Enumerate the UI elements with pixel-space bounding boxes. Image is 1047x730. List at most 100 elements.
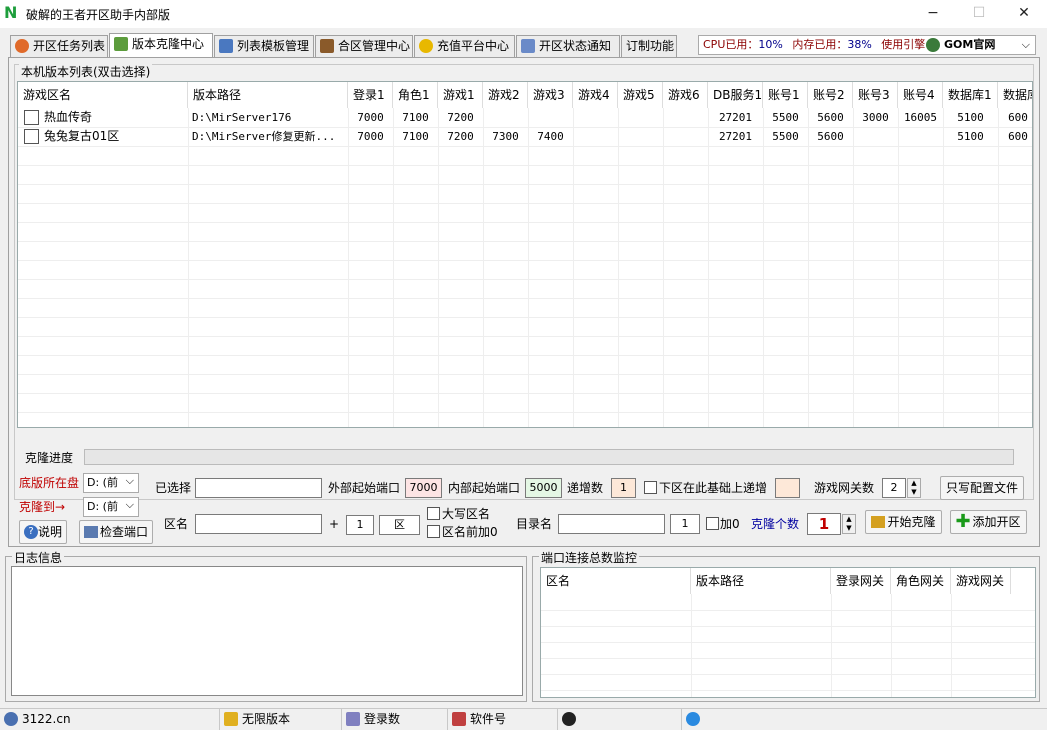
column-header[interactable]: 角色1 — [393, 82, 438, 108]
tab-custom[interactable]: 订制功能 — [621, 35, 677, 57]
increment-input[interactable]: 1 — [611, 478, 636, 498]
version-table[interactable]: 游戏区名 版本路径 登录1 角色1 游戏1 游戏2 游戏3 游戏4 游戏5 游戏6 DB服务1 账号1… — [17, 81, 1033, 428]
table-cell: 5500 — [772, 130, 799, 143]
column-divider — [483, 108, 484, 427]
list-icon — [219, 39, 233, 53]
next-zone-input[interactable] — [775, 478, 800, 498]
clone-to-select[interactable]: D: (前 — [83, 496, 139, 517]
row-divider — [541, 658, 1035, 659]
row-checkbox[interactable] — [24, 110, 39, 125]
browser-segment[interactable] — [682, 709, 1047, 730]
column-header[interactable]: 游戏1 — [438, 82, 483, 108]
tab-template-manage[interactable]: 列表模板管理 — [214, 35, 314, 57]
column-header[interactable]: 游戏2 — [483, 82, 528, 108]
gateway-count-spinner[interactable]: ▲ ▼ — [907, 478, 921, 498]
table-cell: 27201 — [718, 111, 753, 124]
qq-penguin-icon — [562, 712, 576, 726]
table-cell: 5100 — [957, 130, 984, 143]
clone-icon — [114, 37, 128, 51]
tab-version-clone[interactable]: 版本克隆中心 — [109, 33, 213, 57]
selected-input[interactable] — [195, 478, 322, 498]
row-checkbox[interactable] — [24, 129, 39, 144]
monitor-column-header[interactable]: 区名 — [541, 568, 691, 594]
app-logo-icon: N — [4, 3, 18, 22]
monitor-column-header[interactable]: 游戏网关 — [951, 568, 1011, 594]
tab-status-notify[interactable]: 开区状态通知 — [516, 35, 620, 57]
maximize-button[interactable]: ☐ — [956, 0, 1002, 28]
window-title: 破解的王者开区助手内部版 — [26, 8, 171, 22]
column-header[interactable]: 账号4 — [898, 82, 943, 108]
tab-merge-center[interactable]: 合区管理中心 — [315, 35, 413, 57]
column-header[interactable]: 账号3 — [853, 82, 898, 108]
monitor-table[interactable]: 区名 版本路径 登录网关 角色网关 游戏网关 — [540, 567, 1036, 698]
monitor-column-header[interactable]: 角色网关 — [891, 568, 951, 594]
table-cell: 5600 — [817, 111, 844, 124]
zone-name-input[interactable] — [195, 514, 322, 534]
tab-task-list[interactable]: 开区任务列表 — [10, 35, 108, 57]
zone-num-input[interactable]: 1 — [346, 515, 374, 535]
ie-browser-icon — [686, 712, 700, 726]
write-config-button[interactable]: 只写配置文件 — [940, 476, 1024, 500]
unlimited-segment: 无限版本 — [220, 709, 342, 730]
row-divider — [18, 412, 1032, 413]
table-cell — [577, 108, 614, 127]
increment-label: 递增数 — [567, 481, 604, 495]
column-header[interactable]: 游戏6 — [663, 82, 708, 108]
table-cell — [667, 127, 704, 146]
table-cell: 7400 — [537, 130, 564, 143]
qq-segment[interactable] — [558, 709, 682, 730]
prefix0-checkbox[interactable] — [427, 525, 440, 538]
engine-select[interactable]: GOM官网 ⌵ — [924, 36, 1034, 54]
row-divider — [18, 165, 1032, 166]
row-divider — [18, 146, 1032, 147]
selected-label: 已选择 — [155, 481, 192, 495]
row-divider — [18, 393, 1032, 394]
clone-count-spinner[interactable]: ▲ ▼ — [842, 514, 856, 534]
dir-num-input[interactable]: 1 — [670, 514, 700, 534]
start-clone-button[interactable]: 开始克隆 — [865, 510, 942, 534]
column-header[interactable]: 版本路径 — [188, 82, 348, 108]
int-port-input[interactable]: 5000 — [525, 478, 562, 498]
minimize-button[interactable]: − — [910, 0, 956, 28]
next-zone-checkbox[interactable] — [644, 481, 657, 494]
upper-zone-checkbox[interactable] — [427, 507, 440, 520]
merge-icon — [320, 39, 334, 53]
help-button[interactable]: ? 说明 — [19, 520, 67, 544]
table-cell: 7200 — [447, 111, 474, 124]
column-header[interactable]: 账号1 — [763, 82, 808, 108]
column-divider — [998, 108, 999, 427]
table-cell — [667, 108, 704, 127]
monitor-column-header[interactable]: 版本路径 — [691, 568, 831, 594]
monitor-column-header[interactable]: 登录网关 — [831, 568, 891, 594]
column-header[interactable]: 游戏3 — [528, 82, 573, 108]
table-cell: 7100 — [402, 111, 429, 124]
gateway-count-input[interactable]: 2 — [882, 478, 906, 498]
table-cell: 兔兔复古01区 — [44, 129, 120, 143]
ext-port-input[interactable]: 7000 — [405, 478, 442, 498]
table-cell: 7300 — [492, 130, 519, 143]
table-cell: 7000 — [357, 111, 384, 124]
log-textarea[interactable] — [11, 566, 523, 696]
clone-count-input[interactable]: 1 — [807, 513, 841, 535]
column-header[interactable]: 游戏4 — [573, 82, 618, 108]
zone-suffix-input[interactable]: 区 — [379, 515, 420, 535]
column-header[interactable]: 游戏区名 — [18, 82, 188, 108]
column-header[interactable]: 数据库1 — [943, 82, 998, 108]
column-header[interactable]: 账号2 — [808, 82, 853, 108]
add-zone-button[interactable]: ✚ 添加开区 — [950, 510, 1027, 534]
table-cell — [487, 108, 524, 127]
column-header[interactable]: 数据库 — [998, 82, 1032, 108]
base-disk-select[interactable]: D: (前 — [83, 472, 139, 493]
table-cell — [857, 127, 894, 146]
table-cell — [622, 127, 659, 146]
check-port-button[interactable]: 检查端口 — [79, 520, 153, 544]
add0-checkbox[interactable] — [706, 517, 719, 530]
table-cell — [577, 127, 614, 146]
next-zone-label: 下区在此基础上递增 — [659, 481, 768, 495]
column-header[interactable]: 登录1 — [348, 82, 393, 108]
close-button[interactable]: ✕ — [1001, 0, 1047, 28]
column-header[interactable]: 游戏5 — [618, 82, 663, 108]
tab-recharge-center[interactable]: 充值平台中心 — [414, 35, 515, 57]
column-header[interactable]: DB服务1 — [708, 82, 763, 108]
dir-name-input[interactable] — [558, 514, 665, 534]
